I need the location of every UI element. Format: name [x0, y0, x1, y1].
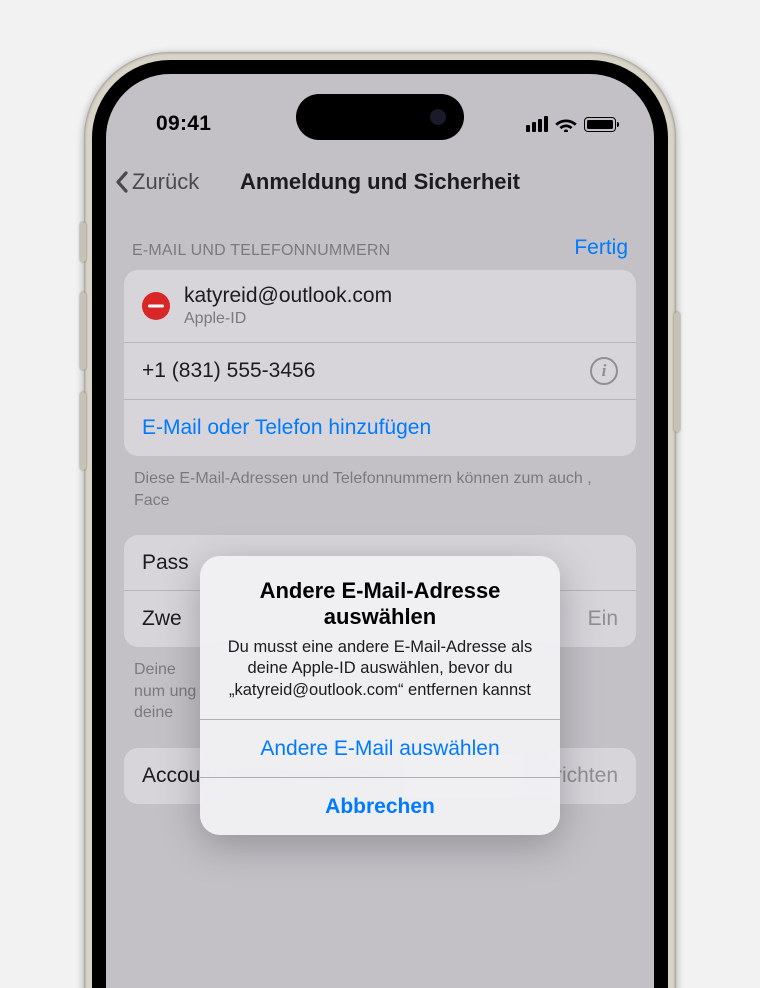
alert-dialog: Andere E-Mail-Adresse auswählen Du musst… [200, 556, 560, 835]
status-time: 09:41 [156, 112, 211, 136]
battery-icon [584, 117, 616, 132]
dynamic-island [296, 94, 464, 140]
alert-choose-button[interactable]: Andere E-Mail auswählen [200, 719, 560, 777]
alert-cancel-button[interactable]: Abbrechen [200, 777, 560, 835]
alert-title: Andere E-Mail-Adresse auswählen [222, 578, 538, 631]
volume-up-button [80, 292, 86, 370]
modal-backdrop[interactable] [106, 74, 654, 988]
phone-frame: 09:41 Zurü [84, 52, 676, 988]
alert-message: Du musst eine andere E-Mail-Adresse als … [222, 637, 538, 701]
cellular-icon [526, 116, 548, 132]
wifi-icon [555, 116, 577, 132]
side-button [80, 222, 86, 262]
power-button [674, 312, 680, 432]
volume-down-button [80, 392, 86, 470]
